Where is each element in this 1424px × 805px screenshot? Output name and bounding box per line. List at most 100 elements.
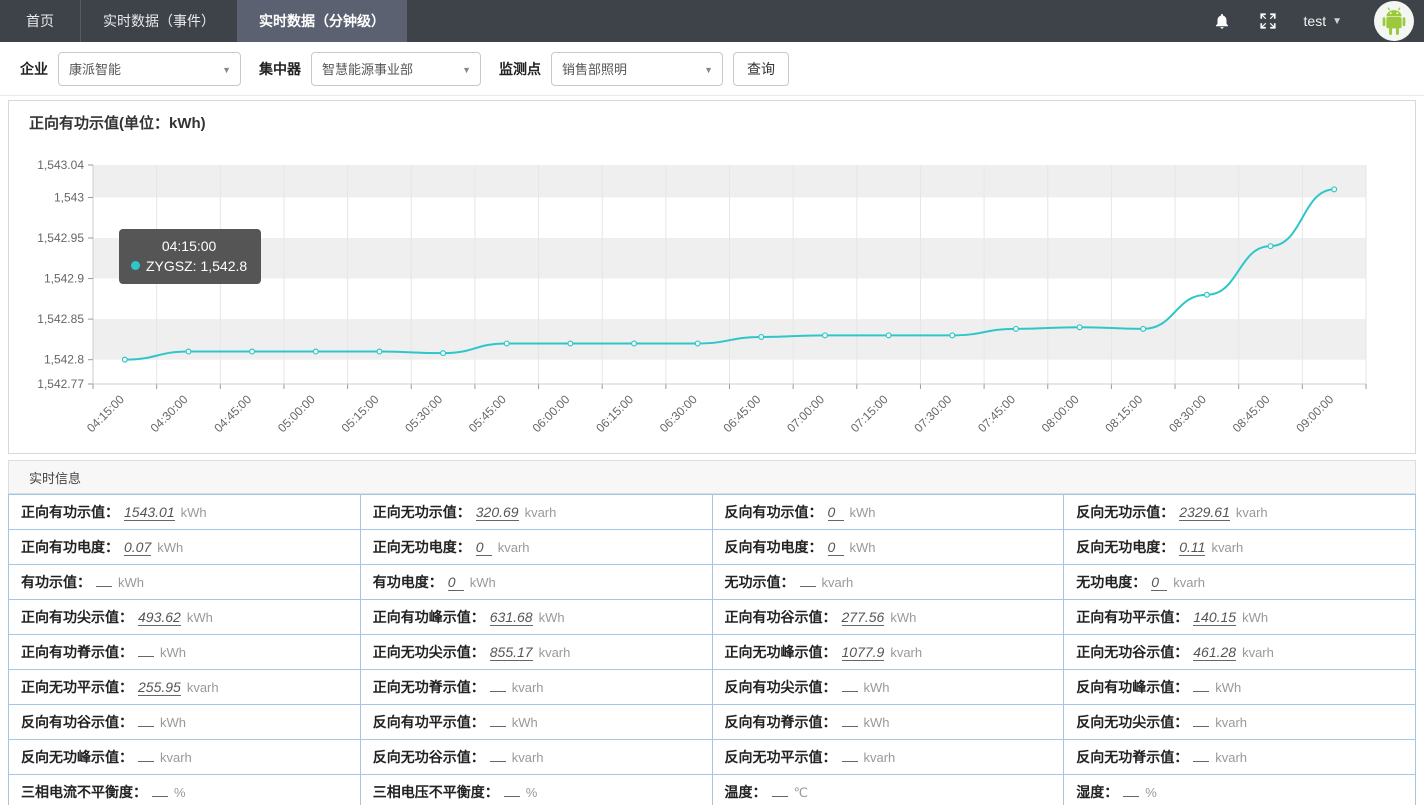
info-unit: kWh: [181, 505, 207, 520]
info-label: 有功电度：: [373, 574, 443, 590]
info-cell: 反向无功示值： 2329.61 kvarh: [1064, 495, 1416, 530]
info-value[interactable]: 0.11: [1179, 540, 1205, 556]
info-value[interactable]: 461.28: [1193, 645, 1236, 661]
svg-text:07:45:00: 07:45:00: [975, 392, 1018, 433]
enterprise-select-value: 康派智能: [69, 59, 121, 78]
info-value[interactable]: 277.56: [842, 610, 885, 626]
info-value[interactable]: [800, 586, 816, 587]
info-label: 反向无功谷示值：: [373, 749, 485, 765]
info-value[interactable]: [842, 726, 858, 727]
info-unit: kWh: [160, 715, 186, 730]
enterprise-select[interactable]: 康派智能 ▼: [58, 52, 241, 86]
info-value[interactable]: 493.62: [138, 610, 181, 626]
info-cell: 反向无功脊示值：kvarh: [1064, 740, 1416, 775]
info-unit: kvarh: [1173, 575, 1205, 590]
info-unit: kWh: [157, 540, 183, 555]
info-unit: kWh: [118, 575, 144, 590]
info-value[interactable]: 0: [448, 575, 464, 591]
android-avatar[interactable]: [1374, 1, 1414, 41]
info-value[interactable]: [504, 796, 520, 797]
info-value[interactable]: [490, 726, 506, 727]
chevron-down-icon: ▼: [704, 65, 713, 75]
info-value[interactable]: 855.17: [490, 645, 533, 661]
info-value[interactable]: 320.69: [476, 505, 519, 521]
info-cell: 有功示值：kWh: [9, 565, 361, 600]
fullscreen-icon[interactable]: [1258, 11, 1278, 31]
info-value[interactable]: [1193, 761, 1209, 762]
info-unit: kvarh: [1236, 505, 1268, 520]
svg-text:07:15:00: 07:15:00: [848, 392, 891, 433]
info-value[interactable]: [138, 761, 154, 762]
svg-text:1,542.8: 1,542.8: [44, 353, 84, 367]
tab-realtime-event[interactable]: 实时数据（事件）: [80, 0, 237, 42]
info-label: 反向有功示值：: [725, 504, 823, 520]
info-value[interactable]: 0: [476, 540, 492, 556]
info-cell: 有功电度：0kWh: [360, 565, 712, 600]
table-row: 正向有功电度：0.07kWh正向无功电度：0kvarh反向有功电度：0kWh反向…: [9, 530, 1416, 565]
info-value[interactable]: [490, 761, 506, 762]
info-label: 正向无功电度：: [373, 539, 471, 555]
line-chart[interactable]: 1,542.771,542.81,542.851,542.91,542.951,…: [9, 133, 1415, 433]
info-value[interactable]: [490, 691, 506, 692]
table-row: 正向有功脊示值：kWh正向无功尖示值：855.17kvarh正向无功峰示值：10…: [9, 635, 1416, 670]
info-value[interactable]: 1077.9: [842, 645, 885, 661]
filter-bar: 企业 康派智能 ▼ 集中器 智慧能源事业部 ▼ 监测点 销售部照明 ▼ 查询: [0, 42, 1424, 96]
info-cell: 反向有功峰示值：kWh: [1064, 670, 1416, 705]
chevron-down-icon: ▼: [462, 65, 471, 75]
info-value[interactable]: 0: [828, 505, 844, 521]
tab-home[interactable]: 首页: [0, 0, 80, 42]
info-unit: kWh: [850, 540, 876, 555]
info-cell: 正向有功谷示值：277.56kWh: [712, 600, 1064, 635]
bell-icon[interactable]: [1212, 11, 1232, 31]
info-unit: kWh: [187, 610, 213, 625]
info-value[interactable]: 631.68: [490, 610, 533, 626]
svg-text:05:30:00: 05:30:00: [402, 392, 445, 433]
info-value[interactable]: 0: [828, 540, 844, 556]
info-label: 反向有功尖示值：: [725, 679, 837, 695]
info-label: 正向有功峰示值：: [373, 609, 485, 625]
point-select[interactable]: 销售部照明 ▼: [551, 52, 723, 86]
info-value[interactable]: 255.95: [138, 680, 181, 696]
info-value[interactable]: 1543.01: [124, 505, 175, 521]
info-unit: kvarh: [512, 750, 544, 765]
info-label: 正向无功示值：: [373, 504, 471, 520]
info-label: 湿度：: [1076, 784, 1118, 800]
info-value[interactable]: [152, 796, 168, 797]
info-cell: 反向有功谷示值：kWh: [9, 705, 361, 740]
info-value[interactable]: [96, 586, 112, 587]
info-value[interactable]: 2329.61: [1179, 505, 1230, 521]
svg-text:09:00:00: 09:00:00: [1293, 392, 1336, 433]
info-value[interactable]: [842, 691, 858, 692]
svg-text:05:15:00: 05:15:00: [339, 392, 382, 433]
table-row: 有功示值：kWh有功电度：0kWh无功示值：kvarh无功电度：0kvarh: [9, 565, 1416, 600]
svg-text:06:00:00: 06:00:00: [530, 392, 573, 433]
info-cell: 反向有功脊示值：kWh: [712, 705, 1064, 740]
info-value[interactable]: [138, 726, 154, 727]
concentrator-select[interactable]: 智慧能源事业部 ▼: [311, 52, 481, 86]
table-row: 正向有功尖示值：493.62kWh正向有功峰示值：631.68kWh正向有功谷示…: [9, 600, 1416, 635]
info-cell: 反向有功电度：0kWh: [712, 530, 1064, 565]
info-value[interactable]: [842, 761, 858, 762]
tab-realtime-minute[interactable]: 实时数据（分钟级）: [237, 0, 407, 42]
info-unit: kWh: [512, 715, 538, 730]
info-value[interactable]: 0: [1151, 575, 1167, 591]
info-value[interactable]: 0.07: [124, 540, 151, 556]
info-cell: 反向无功峰示值：kvarh: [9, 740, 361, 775]
info-value[interactable]: [772, 796, 788, 797]
info-value[interactable]: [1193, 691, 1209, 692]
svg-text:08:30:00: 08:30:00: [1166, 392, 1209, 433]
svg-text:07:30:00: 07:30:00: [911, 392, 954, 433]
info-unit: kvarh: [1215, 715, 1247, 730]
user-menu[interactable]: test ▼: [1304, 13, 1342, 29]
user-name: test: [1304, 13, 1327, 29]
top-navigation: 首页 实时数据（事件） 实时数据（分钟级） test ▼: [0, 0, 1424, 42]
info-label: 反向无功示值：: [1076, 504, 1174, 520]
query-button[interactable]: 查询: [733, 52, 789, 86]
info-value[interactable]: [1193, 726, 1209, 727]
info-cell: 温度：℃: [712, 775, 1064, 805]
info-unit: kWh: [850, 505, 876, 520]
info-cell: 反向有功尖示值：kWh: [712, 670, 1064, 705]
info-value[interactable]: 140.15: [1193, 610, 1236, 626]
info-value[interactable]: [1123, 796, 1139, 797]
info-value[interactable]: [138, 656, 154, 657]
